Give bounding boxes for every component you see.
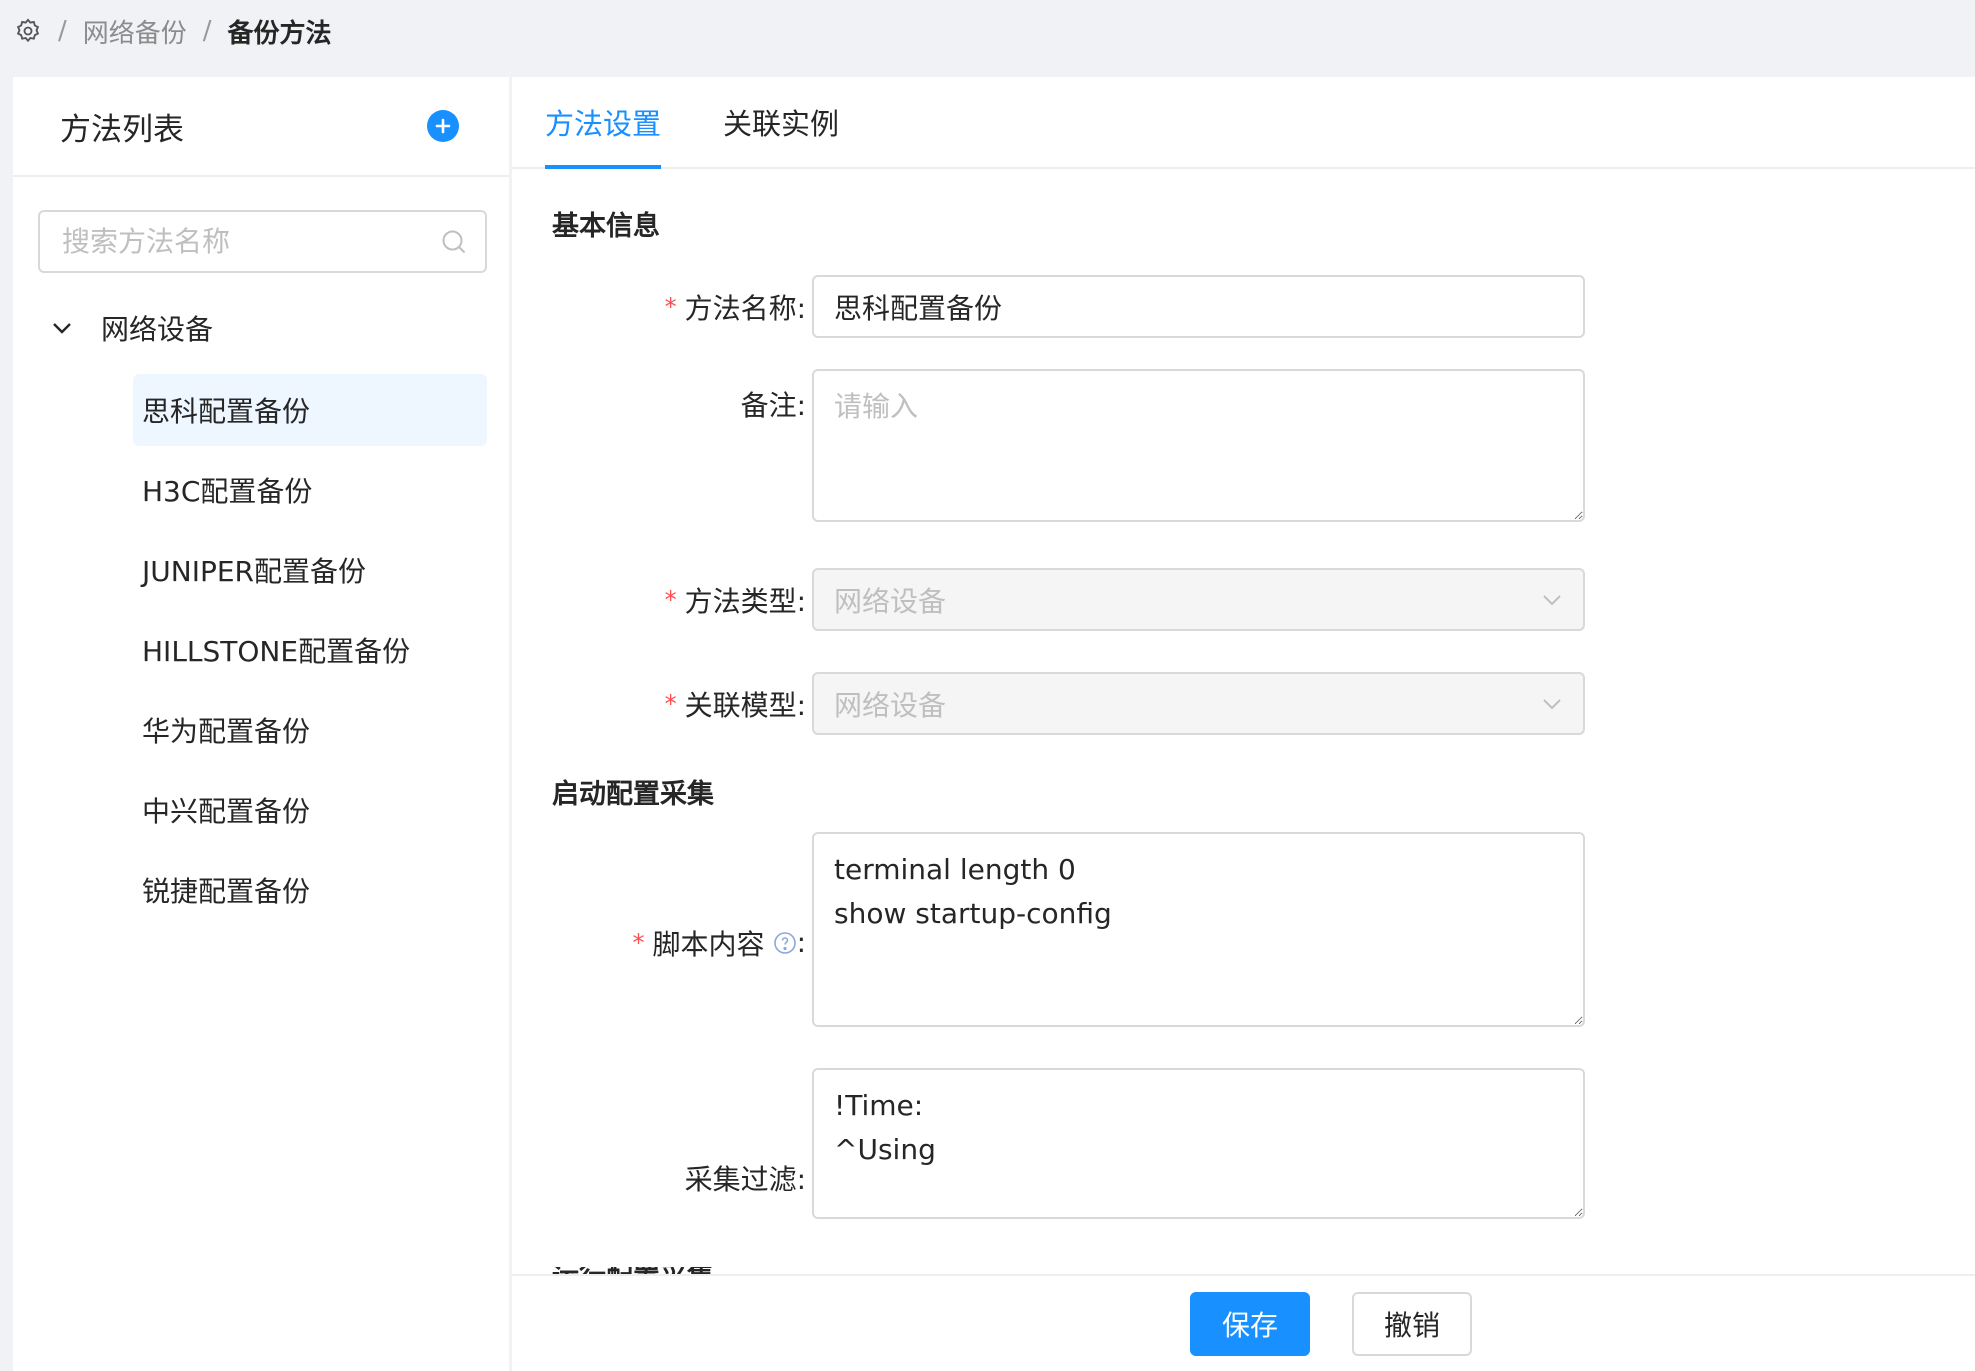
tree-item-cisco[interactable]: 思科配置备份	[133, 374, 487, 446]
method-name-label-text: 方法名称:	[684, 291, 806, 325]
tree-item-h3c[interactable]: H3C配置备份	[133, 454, 487, 526]
chevron-down-icon[interactable]	[49, 315, 75, 341]
breadcrumb-backup-method: 备份方法	[227, 18, 332, 49]
question-circle-icon[interactable]	[773, 931, 797, 955]
collect-filter-textarea[interactable]: !Time: ^Using	[812, 1068, 1585, 1219]
remark-label-text: 备注:	[740, 388, 806, 422]
tab-method-settings[interactable]: 方法设置	[545, 101, 662, 169]
chevron-down-icon	[1543, 594, 1561, 605]
related-model-label-text: 关联模型:	[684, 688, 806, 722]
plus-circle-icon[interactable]	[427, 110, 459, 142]
form-footer: 保存 撤销	[512, 1274, 1975, 1371]
breadcrumb-network-backup[interactable]: 网络备份	[83, 13, 187, 50]
method-tree-items: 思科配置备份 H3C配置备份 JUNIPER配置备份 HILLSTONE配置备份…	[133, 374, 487, 934]
related-model-label: * 关联模型:	[665, 672, 806, 735]
required-mark: *	[632, 928, 645, 957]
tree-node-label: 网络设备	[101, 313, 214, 346]
required-mark: *	[664, 585, 677, 614]
collect-filter-label-text: 采集过滤:	[684, 1162, 806, 1196]
breadcrumb: / 网络备份 / 备份方法	[0, 0, 1975, 62]
method-list-panel: 方法列表 网络设备 思科配置备份 H3C配置备份 JUNIPER配置备份 HIL…	[13, 77, 509, 1371]
tree-item-hillstone[interactable]: HILLSTONE配置备份	[133, 614, 487, 686]
search-icon[interactable]	[441, 229, 467, 255]
method-type-label: * 方法类型:	[665, 568, 806, 631]
method-type-select[interactable]: 网络设备	[812, 568, 1585, 631]
method-type-value: 网络设备	[834, 584, 947, 618]
related-model-value: 网络设备	[834, 688, 947, 722]
script-content-textarea[interactable]: terminal length 0 show startup-config	[812, 832, 1585, 1027]
tree-node-network-devices[interactable]: 网络设备	[49, 303, 213, 353]
detail-tabs: 方法设置 关联实例	[512, 77, 1975, 169]
collect-filter-label: 采集过滤:	[685, 1146, 806, 1209]
tree-item-juniper[interactable]: JUNIPER配置备份	[133, 534, 487, 606]
remark-label: 备注:	[741, 372, 806, 435]
cancel-button[interactable]: 撤销	[1352, 1291, 1472, 1356]
method-type-label-text: 方法类型:	[684, 584, 806, 618]
required-mark: *	[664, 689, 677, 718]
method-name-label: * 方法名称:	[665, 275, 806, 338]
method-search-input[interactable]	[62, 225, 441, 258]
script-content-label: * 脚本内容 :	[633, 911, 806, 974]
tree-item-huawei[interactable]: 华为配置备份	[133, 694, 487, 766]
related-model-select[interactable]: 网络设备	[812, 672, 1585, 735]
method-detail-panel: 方法设置 关联实例 基本信息 * 方法名称: 备注: * 方法类型: 网络设备 …	[512, 77, 1975, 1371]
section-startup-config: 启动配置采集	[552, 779, 714, 810]
method-name-input[interactable]	[812, 275, 1585, 338]
section-basic-info: 基本信息	[552, 211, 660, 242]
label-colon: :	[796, 926, 806, 959]
method-search-box	[38, 210, 487, 273]
tree-item-zte[interactable]: 中兴配置备份	[133, 774, 487, 846]
settings-icon[interactable]	[14, 17, 42, 45]
required-mark: *	[664, 292, 677, 321]
method-list-header: 方法列表	[13, 77, 509, 177]
script-content-label-text: 脚本内容	[652, 927, 765, 961]
chevron-down-icon	[1543, 698, 1561, 709]
tab-related-instances[interactable]: 关联实例	[723, 101, 839, 169]
tree-item-ruijie[interactable]: 锐捷配置备份	[133, 854, 487, 926]
breadcrumb-separator: /	[58, 16, 67, 46]
method-list-title: 方法列表	[60, 111, 184, 148]
remark-textarea[interactable]	[812, 369, 1585, 522]
breadcrumb-separator: /	[202, 16, 212, 46]
save-button[interactable]: 保存	[1190, 1291, 1310, 1356]
